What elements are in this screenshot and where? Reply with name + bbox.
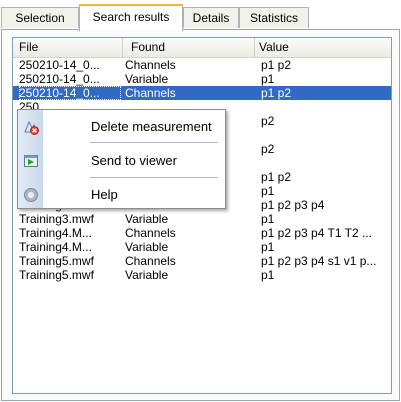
menu-item-label: Delete measurement bbox=[91, 119, 212, 134]
send-to-viewer-icon bbox=[23, 153, 39, 169]
search-results-panel: File Found Value 250210-14_0... Channels p… bbox=[1, 29, 400, 401]
tab-search-results[interactable]: Search results bbox=[79, 4, 183, 31]
cell-found: Channels bbox=[125, 254, 176, 268]
cell-value: p1 bbox=[261, 184, 275, 198]
column-header-file[interactable]: File bbox=[13, 38, 123, 57]
cell-file: Training4.M... bbox=[19, 226, 92, 240]
menu-separator bbox=[90, 177, 218, 178]
table-row[interactable]: Training3.mwf Variable p1 bbox=[13, 212, 391, 226]
table-row[interactable]: 250210-14_0... Channels p1 p2 bbox=[13, 86, 391, 100]
cell-value: p1 bbox=[261, 268, 275, 282]
menu-item-label: Send to viewer bbox=[91, 153, 177, 168]
cell-value: p1 p2 p3 p4 bbox=[261, 198, 325, 212]
search-results-list[interactable]: File Found Value 250210-14_0... Channels p… bbox=[12, 37, 392, 394]
cell-found: Variable bbox=[125, 212, 169, 226]
table-row[interactable]: Training5.mwf Variable p1 bbox=[13, 268, 391, 282]
cell-found: Channels bbox=[125, 58, 176, 72]
menu-item-label: Help bbox=[91, 187, 118, 202]
cell-value: p1 bbox=[261, 212, 275, 226]
cell-value: p1 p2 p3 p4 s1 v1 p... bbox=[261, 254, 377, 268]
cell-file: Training5.mwf bbox=[19, 254, 94, 268]
cell-value: p2 bbox=[261, 114, 275, 128]
cell-file: 250210-14_0... bbox=[19, 86, 121, 100]
menu-item-help[interactable]: Help bbox=[18, 183, 225, 207]
menu-item-delete-measurement[interactable]: Delete measurement bbox=[18, 115, 225, 139]
context-menu: Delete measurement Send to viewer Help bbox=[17, 109, 226, 209]
help-icon bbox=[23, 187, 39, 203]
column-header-value[interactable]: Value bbox=[255, 38, 391, 57]
tab-strip: Selection Search results Details Statist… bbox=[0, 0, 401, 31]
table-row[interactable]: Training4.M... Variable p1 bbox=[13, 240, 391, 254]
tab-statistics[interactable]: Statistics bbox=[239, 7, 309, 28]
cell-found: Channels bbox=[125, 226, 176, 240]
cell-value: p2 bbox=[261, 142, 275, 156]
cell-value: p1 p2 bbox=[261, 170, 292, 184]
cell-value: p1 p2 bbox=[261, 58, 292, 72]
column-header-found[interactable]: Found bbox=[123, 38, 255, 57]
cell-file: 250210-14_0... bbox=[19, 58, 100, 72]
delete-measurement-icon bbox=[23, 119, 39, 135]
cell-value: p1 bbox=[261, 240, 275, 254]
table-row[interactable]: 250210-14_0... Variable p1 bbox=[13, 72, 391, 86]
tab-selection[interactable]: Selection bbox=[1, 7, 79, 28]
cell-file: Training5.mwf bbox=[19, 268, 94, 282]
cell-file: Training3.mwf bbox=[19, 212, 94, 226]
cell-found: Variable bbox=[125, 240, 169, 254]
list-header: File Found Value bbox=[13, 38, 391, 58]
cell-file: 250210-14_0... bbox=[19, 72, 100, 86]
cell-value: p1 p2 p3 p4 T1 T2 ... bbox=[261, 226, 372, 240]
cell-value: p1 bbox=[261, 72, 275, 86]
table-row[interactable]: Training4.M... Channels p1 p2 p3 p4 T1 T2 … bbox=[13, 226, 391, 240]
cell-found: Variable bbox=[125, 268, 169, 282]
menu-separator bbox=[90, 142, 218, 143]
cell-found: Channels bbox=[125, 86, 176, 100]
table-row[interactable]: Training5.mwf Channels p1 p2 p3 p4 s1 v1 p… bbox=[13, 254, 391, 268]
table-row[interactable]: 250210-14_0... Channels p1 p2 bbox=[13, 58, 391, 72]
menu-item-send-to-viewer[interactable]: Send to viewer bbox=[18, 149, 225, 173]
cell-found: Variable bbox=[125, 72, 169, 86]
cell-value: p1 p2 bbox=[261, 86, 292, 100]
cell-file: Training4.M... bbox=[19, 240, 92, 254]
tab-details[interactable]: Details bbox=[183, 7, 239, 28]
